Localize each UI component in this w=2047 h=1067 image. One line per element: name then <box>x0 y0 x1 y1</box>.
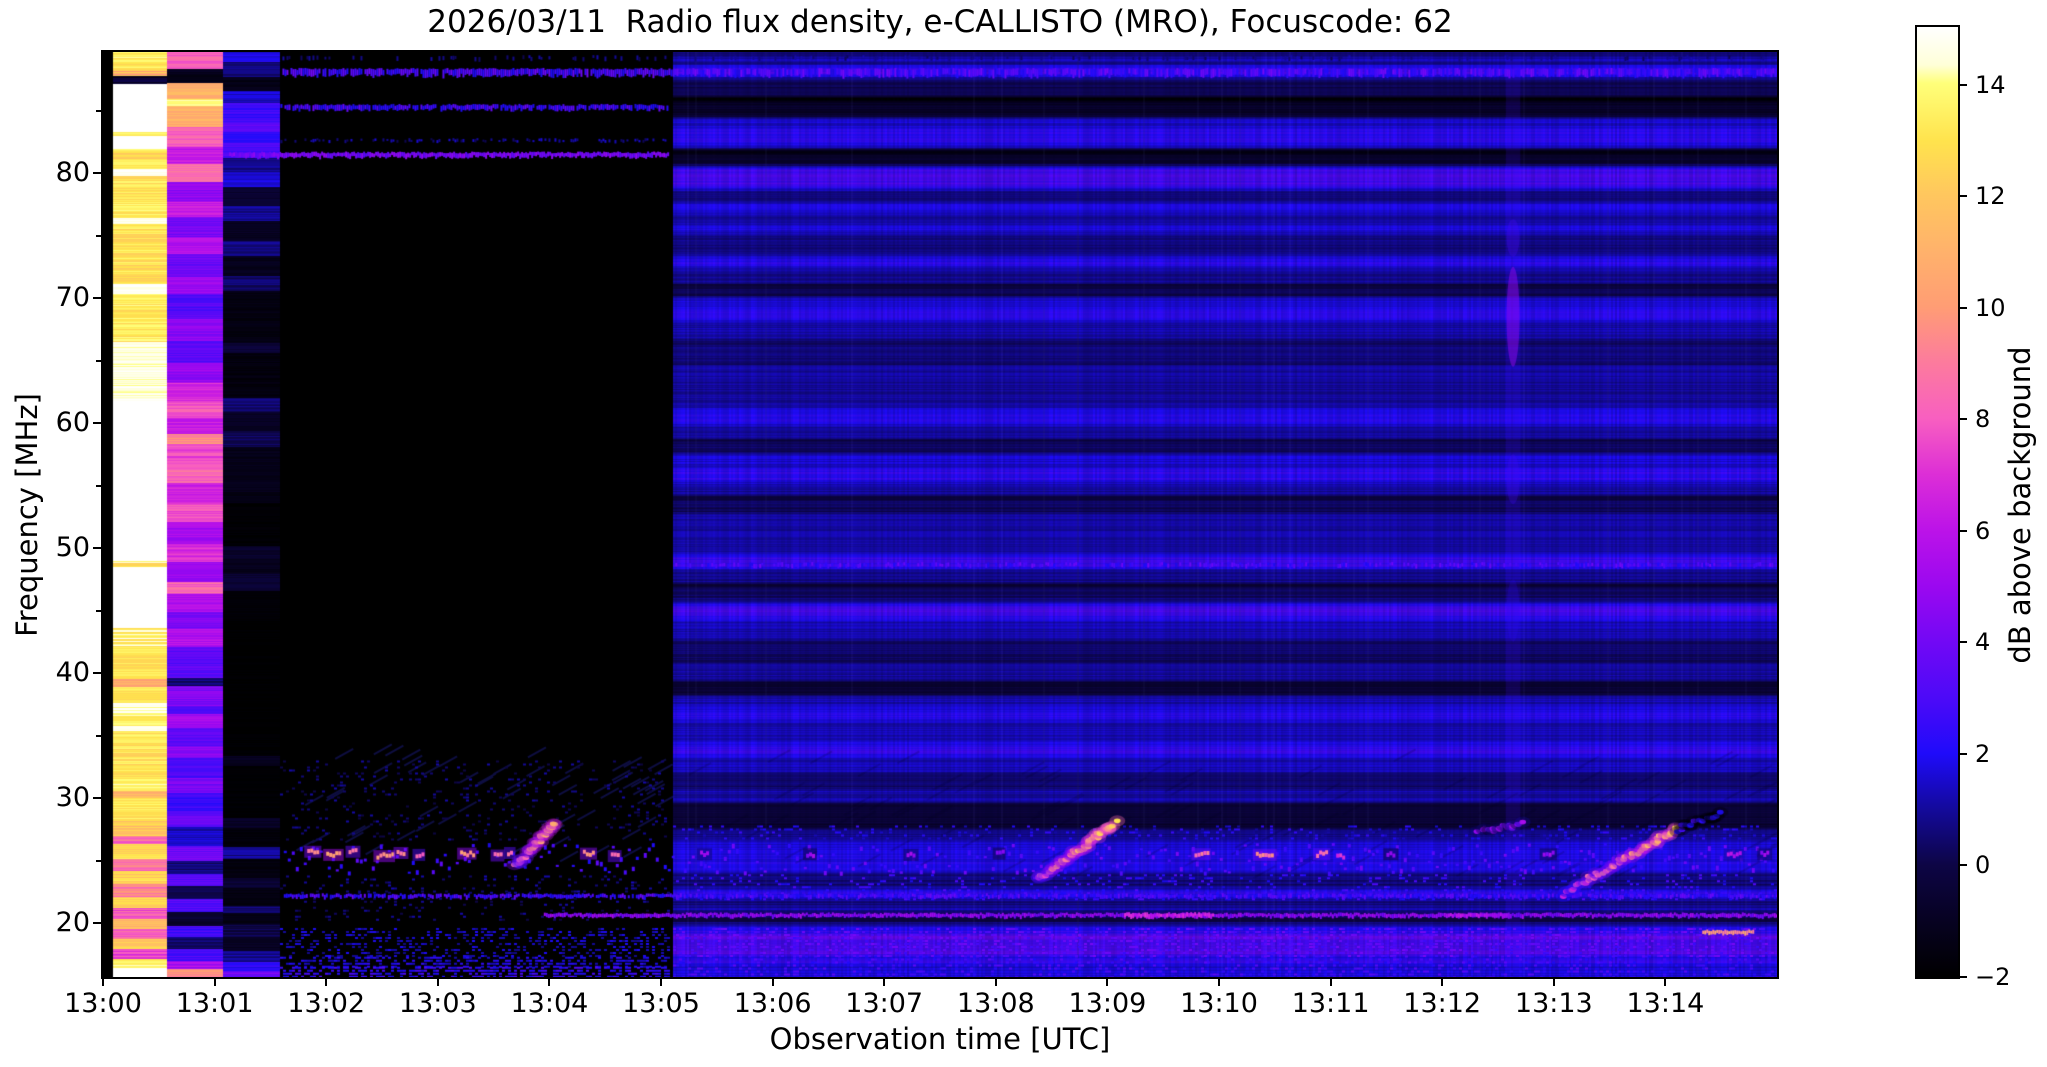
x-tick-mark <box>213 977 216 986</box>
x-tick-label: 13:05 <box>622 988 700 1019</box>
y-tick-mark <box>93 297 101 299</box>
x-tick-mark <box>660 977 662 986</box>
y-tick-mark <box>93 172 101 174</box>
x-tick-label: 13:09 <box>1068 988 1147 1019</box>
x-tick-label: 13:00 <box>64 988 142 1019</box>
figure: 2026/03/11 Radio flux density, e-CALLIST… <box>0 0 2047 1067</box>
colorbar-tick-label: −2 <box>1975 963 2011 991</box>
x-tick-mark <box>1552 977 1555 986</box>
spectrogram-canvas <box>103 52 1777 977</box>
x-tick-label: 13:10 <box>1180 988 1258 1019</box>
y-minor-tick-mark <box>96 234 101 237</box>
y-minor-tick-mark <box>96 359 101 362</box>
y-tick-label: 80 <box>55 157 90 188</box>
colorbar-tick-mark <box>1958 641 1967 644</box>
x-tick-label: 13:04 <box>510 988 589 1019</box>
x-tick-mark <box>102 977 104 986</box>
y-tick-mark <box>93 547 101 549</box>
y-tick-label: 70 <box>55 282 90 313</box>
x-tick-label: 13:11 <box>1291 988 1370 1019</box>
x-tick-mark <box>1218 977 1220 986</box>
colorbar-tick-mark <box>1958 195 1967 198</box>
colorbar-tick-mark <box>1958 418 1967 421</box>
colorbar-tick-label: 6 <box>1975 516 1991 545</box>
x-tick-mark <box>1441 977 1444 986</box>
x-tick-mark <box>1664 977 1667 986</box>
x-tick-label: 13:14 <box>1626 988 1705 1019</box>
x-tick-label: 13:01 <box>175 988 254 1019</box>
y-tick-mark <box>93 672 101 674</box>
colorbar-tick-mark <box>1958 83 1967 86</box>
y-tick-label: 30 <box>55 782 90 813</box>
colorbar-tick-label: 8 <box>1975 405 1991 434</box>
y-minor-tick-mark <box>96 484 101 487</box>
x-tick-label: 13:08 <box>956 988 1035 1019</box>
colorbar-tick-mark <box>1958 752 1967 755</box>
x-tick-label: 13:12 <box>1403 988 1482 1019</box>
colorbar-tick-mark <box>1958 529 1967 532</box>
x-tick-mark <box>436 977 439 986</box>
colorbar <box>1915 25 1960 979</box>
colorbar-tick-label: 14 <box>1975 70 2006 99</box>
plot-area <box>101 50 1779 979</box>
y-tick-mark <box>93 797 101 799</box>
colorbar-tick-label: 10 <box>1975 293 2006 322</box>
colorbar-tick-mark <box>1958 864 1967 867</box>
x-axis-label: Observation time [UTC] <box>769 1022 1111 1056</box>
chart-title: 2026/03/11 Radio flux density, e-CALLIST… <box>427 4 1453 40</box>
x-tick-mark <box>771 977 774 986</box>
y-tick-mark <box>93 922 101 924</box>
x-tick-mark <box>325 977 328 986</box>
colorbar-tick-label: 2 <box>1975 739 1991 768</box>
colorbar-tick-mark <box>1958 306 1967 309</box>
colorbar-tick-label: 12 <box>1975 182 2006 211</box>
x-tick-label: 13:07 <box>845 988 924 1019</box>
y-tick-mark <box>93 422 101 424</box>
x-tick-mark <box>1106 977 1109 986</box>
x-tick-label: 13:03 <box>398 988 477 1019</box>
y-minor-tick-mark <box>96 609 101 612</box>
y-tick-label: 50 <box>55 532 90 563</box>
colorbar-tick-label: 0 <box>1975 851 1991 880</box>
colorbar-gradient <box>1917 27 1958 977</box>
x-tick-mark <box>994 977 997 986</box>
colorbar-tick-mark <box>1958 976 1967 978</box>
x-tick-label: 13:02 <box>287 988 366 1019</box>
colorbar-tick-label: 4 <box>1975 628 1991 657</box>
x-tick-mark <box>548 977 551 986</box>
x-tick-mark <box>1329 977 1332 986</box>
y-minor-tick-mark <box>96 109 101 112</box>
y-tick-label: 60 <box>55 407 90 438</box>
x-tick-label: 13:13 <box>1514 988 1593 1019</box>
y-minor-tick-mark <box>96 859 101 862</box>
y-tick-label: 40 <box>55 657 90 688</box>
x-tick-mark <box>883 977 886 986</box>
y-tick-label: 20 <box>55 907 90 938</box>
colorbar-label: dB above background <box>2003 346 2037 664</box>
x-tick-label: 13:06 <box>733 988 812 1019</box>
y-minor-tick-mark <box>96 734 101 737</box>
